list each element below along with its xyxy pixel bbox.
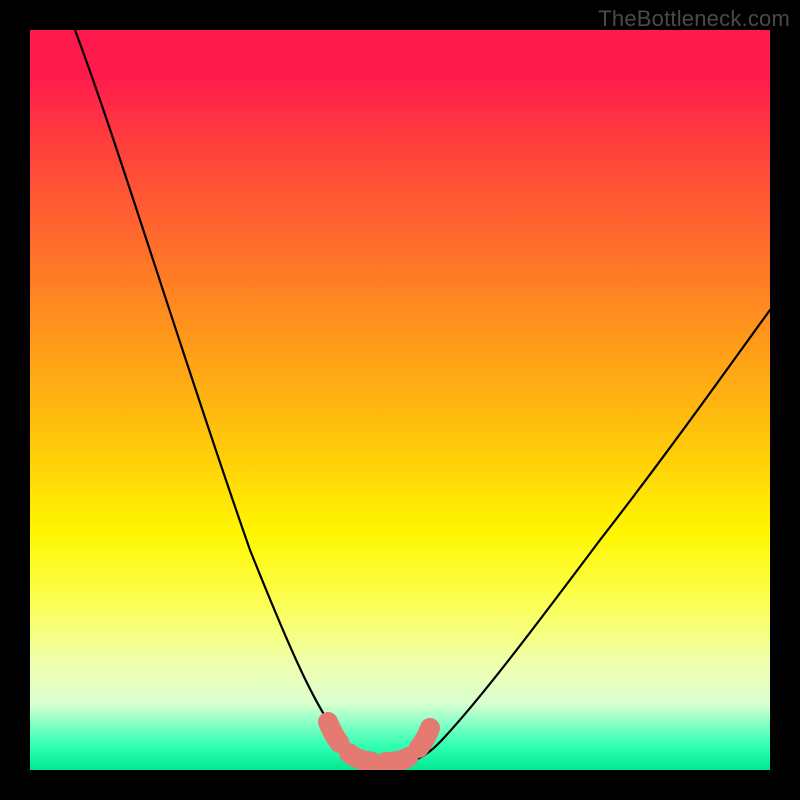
watermark-text: TheBottleneck.com [598,6,790,32]
chart-frame: TheBottleneck.com [0,0,800,800]
valley-marker [328,722,430,762]
left-curve [75,30,370,763]
right-curve [400,310,770,763]
plot-area [30,30,770,770]
curve-layer [30,30,770,770]
